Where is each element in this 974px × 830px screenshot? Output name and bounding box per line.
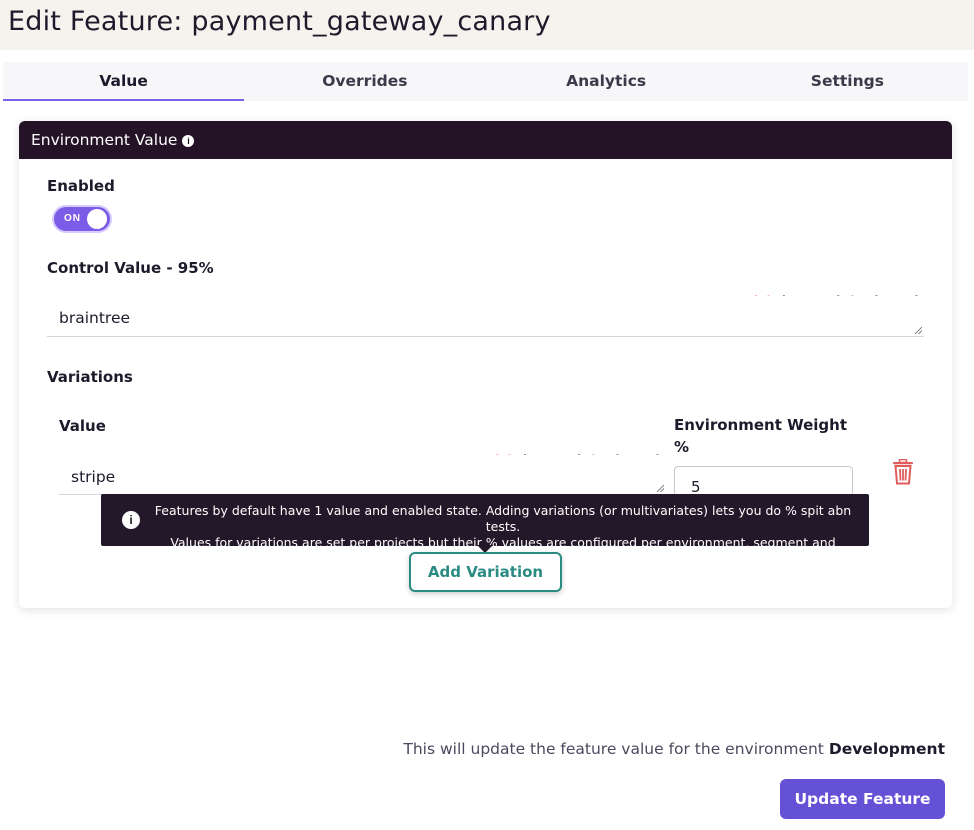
tooltip-line-1: Features by default have 1 value and ena… (154, 503, 852, 534)
tab-analytics[interactable]: Analytics (486, 62, 727, 101)
environment-weight-label-line2: % (674, 438, 690, 456)
update-note-text: This will update the feature value for t… (403, 740, 824, 758)
update-note: This will update the feature value for t… (403, 740, 945, 758)
control-value-textarea[interactable]: braintree (47, 296, 924, 337)
add-variation-button[interactable]: Add Variation (409, 552, 562, 592)
variation-value-text: stripe (71, 468, 116, 486)
tab-value[interactable]: Value (3, 62, 245, 101)
toggle-knob (87, 209, 107, 229)
info-icon[interactable]: i (182, 135, 195, 147)
environment-weight-label: Environment Weight % (674, 414, 847, 458)
resize-grip-icon[interactable] (915, 327, 922, 334)
info-icon: i (122, 511, 140, 529)
variation-value-textarea[interactable]: stripe (59, 455, 666, 495)
update-feature-button[interactable]: Update Feature (780, 779, 945, 819)
enabled-toggle[interactable]: ON (52, 205, 112, 233)
enabled-label: Enabled (47, 177, 115, 195)
trash-icon[interactable] (891, 459, 915, 485)
toggle-on-text: ON (64, 213, 81, 224)
tab-settings[interactable]: Settings (727, 62, 968, 101)
variations-label: Variations (47, 368, 133, 386)
card-header-title: Environment Value (31, 131, 178, 149)
variations-tooltip: i Features by default have 1 value and e… (101, 494, 869, 566)
resize-grip-icon[interactable] (657, 485, 664, 492)
control-value-label: Control Value - 95% (47, 259, 214, 277)
page-header: Edit Feature: payment_gateway_canary (0, 0, 974, 50)
card-header: Environment Value i (19, 121, 952, 159)
control-value-text: braintree (59, 309, 131, 327)
tab-bar: Value Overrides Analytics Settings (3, 62, 968, 101)
tab-overrides[interactable]: Overrides (244, 62, 485, 101)
variation-value-label: Value (59, 417, 106, 435)
environment-name: Development (828, 740, 945, 758)
page-title: Edit Feature: payment_gateway_canary (8, 6, 551, 37)
environment-weight-label-line1: Environment Weight (674, 416, 848, 434)
